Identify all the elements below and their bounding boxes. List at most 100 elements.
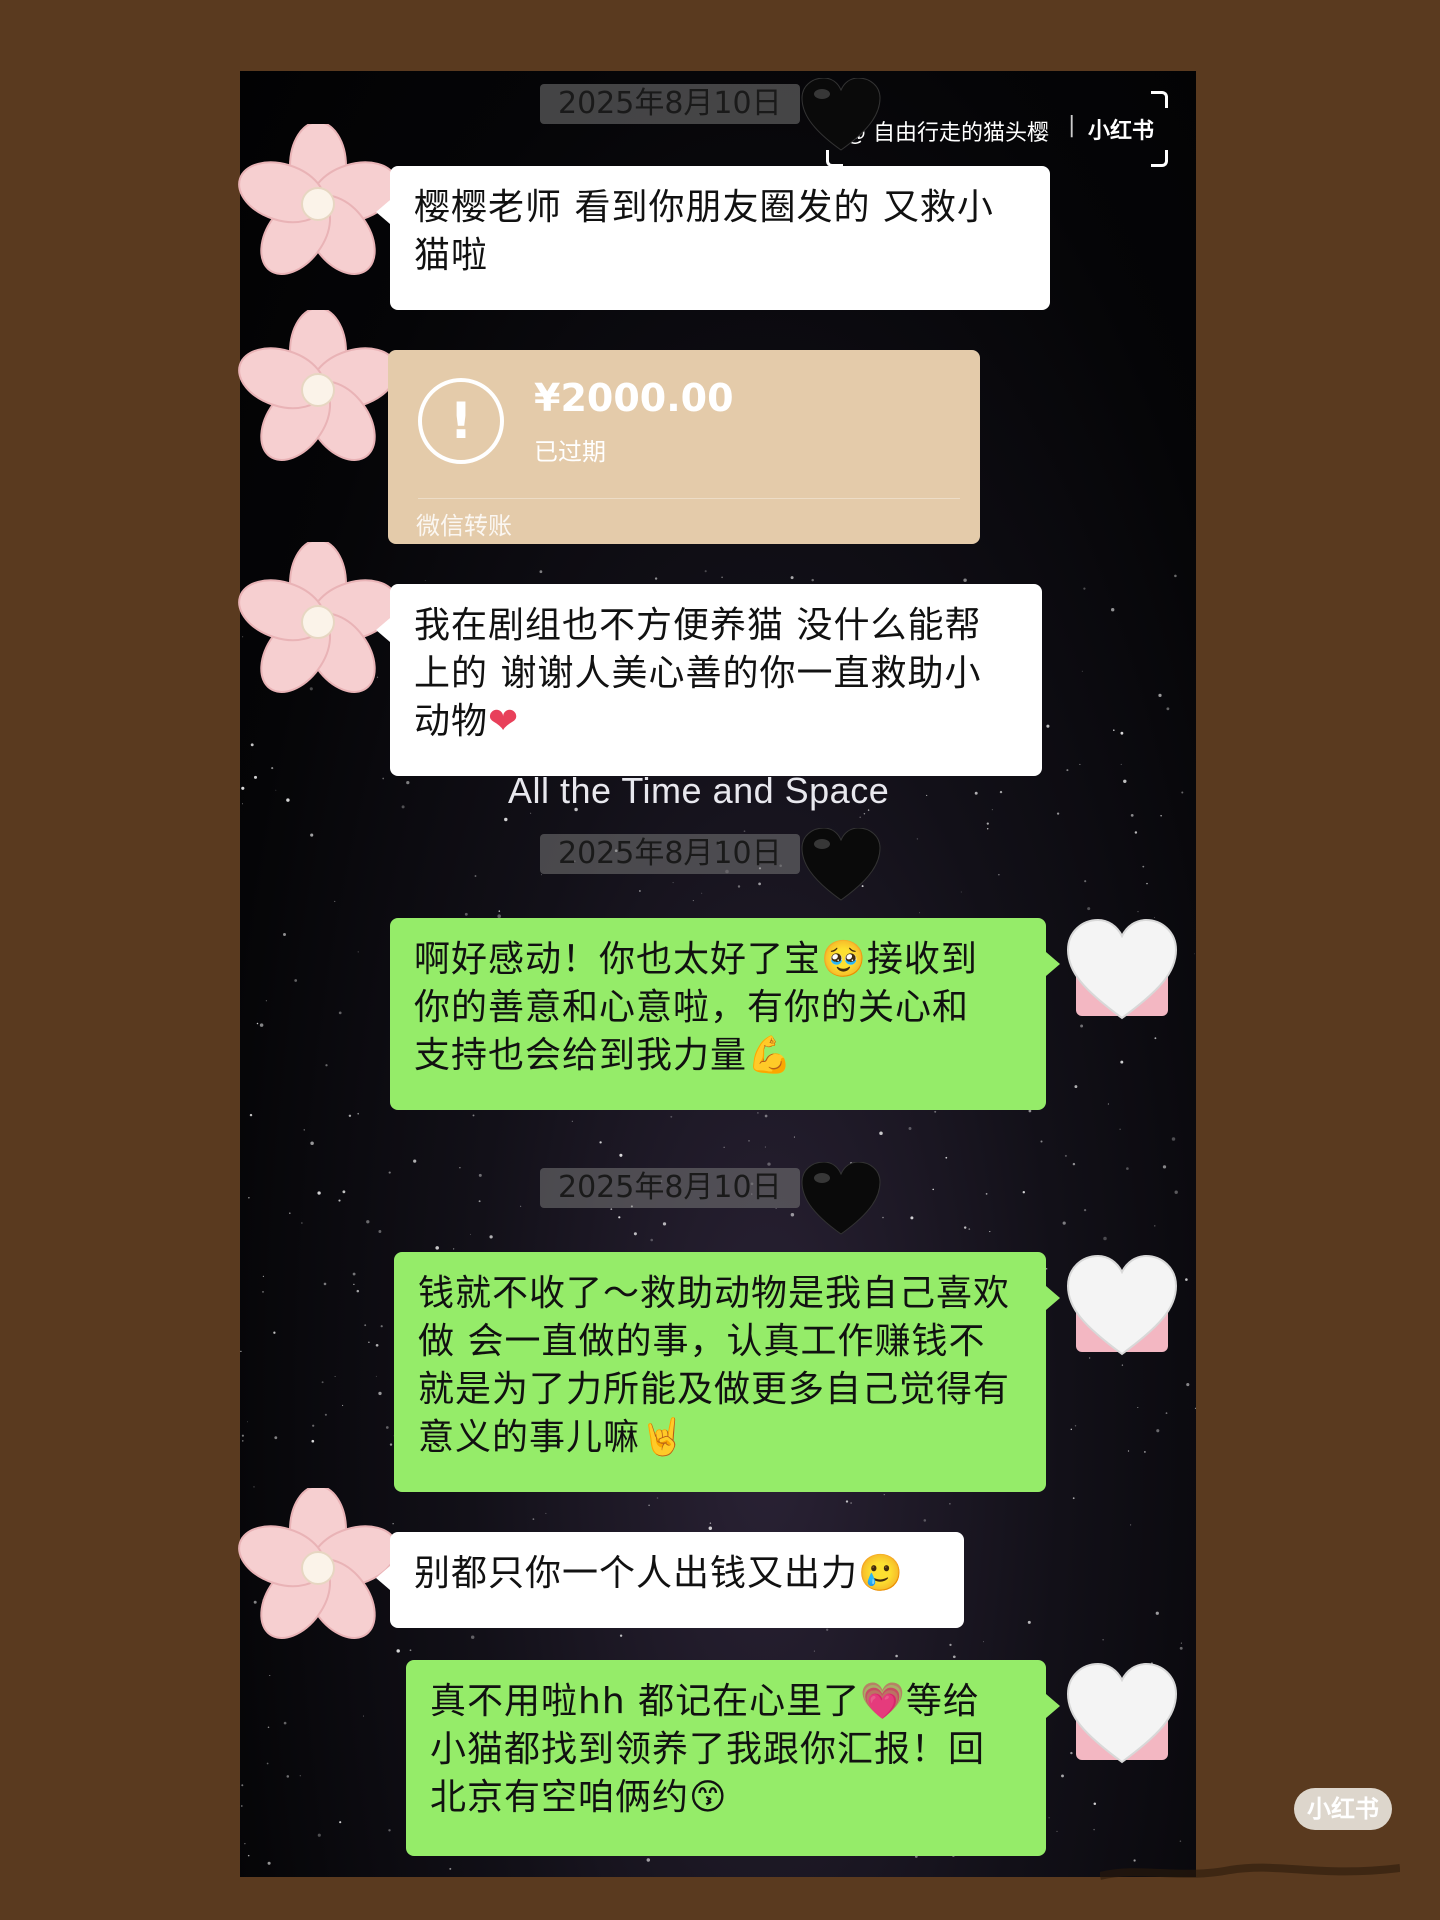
star — [1103, 1236, 1107, 1241]
star — [256, 1022, 259, 1025]
outer-frame — [0, 0, 1440, 70]
star — [1166, 707, 1170, 711]
star — [299, 1775, 301, 1777]
star — [1072, 1162, 1076, 1166]
star — [449, 1867, 452, 1870]
star — [375, 1343, 379, 1347]
xiaohongshu-badge[interactable]: 小红书 — [1294, 1788, 1392, 1830]
star — [1120, 731, 1124, 735]
flower-avatar[interactable] — [238, 310, 398, 470]
message-text: 樱樱老师 看到你朋友圈发的 又救小猫啦 — [414, 187, 994, 276]
message-bubble[interactable]: 我在剧组也不方便养猫 没什么能帮上的 谢谢人美心善的你一直救助小动物❤ — [376, 584, 1042, 776]
star — [923, 1519, 927, 1522]
star — [883, 1494, 885, 1496]
star — [1056, 812, 1060, 815]
message-line: 小猫都找到领养了我跟你汇报！回 — [430, 1729, 986, 1770]
kissing-face-icon: 😙 — [689, 1777, 728, 1818]
star — [353, 1283, 355, 1286]
star — [882, 1216, 884, 1219]
star — [926, 794, 928, 796]
star — [356, 1289, 360, 1293]
star — [259, 1023, 264, 1027]
star — [1062, 1221, 1066, 1225]
star — [949, 1643, 952, 1647]
star — [648, 1504, 650, 1507]
star — [530, 812, 532, 814]
star — [248, 1197, 250, 1199]
star — [375, 1375, 377, 1377]
star — [1022, 1191, 1025, 1194]
star — [265, 1000, 267, 1002]
flower-avatar[interactable] — [238, 1488, 398, 1648]
star — [269, 1675, 271, 1677]
message-text: 钱就不收了～救助动物是我自己喜欢做 会一直做的事，认真工作赚钱不就是为了力所能及… — [418, 1273, 1011, 1458]
transfer-label: 微信转账 — [416, 512, 512, 540]
star — [610, 1208, 613, 1211]
star — [1111, 608, 1115, 612]
message-bubble[interactable]: 真不用啦hh 都记在心里了💗等给 小猫都找到领养了我跟你汇报！回 北京有空咱俩约… — [406, 1660, 1060, 1856]
star — [342, 1190, 346, 1194]
star — [764, 1146, 766, 1148]
flower-avatar[interactable] — [238, 124, 398, 284]
star — [1144, 1451, 1146, 1453]
star — [790, 1212, 795, 1217]
star — [283, 933, 286, 936]
star — [1142, 865, 1145, 868]
star — [1074, 1425, 1077, 1427]
star — [1186, 1383, 1190, 1387]
rock-hand-icon: 🤘 — [640, 1417, 686, 1458]
white-heart-avatar[interactable] — [1062, 1654, 1182, 1774]
white-heart-avatar[interactable] — [1062, 910, 1182, 1030]
star — [672, 882, 674, 884]
star — [317, 1833, 321, 1837]
star — [283, 1721, 287, 1725]
star — [1179, 1646, 1183, 1650]
star — [692, 900, 694, 902]
flower-avatar[interactable] — [238, 542, 398, 702]
star — [1165, 1412, 1168, 1414]
star — [646, 1858, 651, 1862]
wechat-transfer-card[interactable]: ! ¥2000.00 已过期 微信转账 — [388, 350, 980, 544]
star — [1072, 1497, 1075, 1500]
star — [986, 828, 989, 830]
star — [721, 576, 723, 579]
star — [498, 910, 501, 912]
star — [311, 1439, 315, 1443]
star — [845, 1500, 849, 1503]
star — [474, 875, 477, 877]
message-bubble[interactable]: 钱就不收了～救助动物是我自己喜欢做 会一直做的事，认真工作赚钱不就是为了力所能及… — [394, 1252, 1060, 1492]
star — [895, 1654, 898, 1658]
star — [767, 1162, 771, 1166]
star — [470, 1635, 475, 1639]
star — [1174, 574, 1177, 578]
star — [1028, 1109, 1032, 1113]
star — [963, 1226, 967, 1229]
message-bubble[interactable]: 别都只你一个人出钱又出力🥲 — [376, 1532, 964, 1628]
pleading-face-icon: 🥹 — [821, 939, 867, 980]
star — [325, 1064, 328, 1067]
message-bubble[interactable]: 樱樱老师 看到你朋友圈发的 又救小猫啦 — [376, 166, 1050, 310]
white-heart-avatar[interactable] — [1062, 1246, 1182, 1366]
star — [1130, 1524, 1132, 1526]
star — [472, 1114, 475, 1117]
star — [1156, 1429, 1160, 1433]
star — [317, 1191, 321, 1195]
star — [1120, 763, 1122, 765]
star — [1120, 1060, 1124, 1064]
time-stamp: 2025年8月10日 — [540, 834, 800, 874]
message-bubble[interactable]: 啊好感动！你也太好了宝🥹接收到 你的善意和心意啦，有你的关心和 支持也会给到我力… — [390, 918, 1060, 1110]
star — [813, 1650, 815, 1652]
star — [453, 1248, 455, 1250]
pink-heart-icon: 💗 — [860, 1681, 906, 1722]
star — [654, 577, 658, 580]
star — [748, 1140, 750, 1142]
star — [368, 1341, 370, 1343]
star — [464, 912, 468, 916]
star — [459, 1166, 461, 1169]
star — [338, 1011, 342, 1015]
transfer-status: 已过期 — [534, 438, 606, 466]
star — [934, 1110, 937, 1113]
star — [932, 1188, 934, 1191]
star — [241, 1434, 244, 1437]
star — [737, 885, 741, 888]
